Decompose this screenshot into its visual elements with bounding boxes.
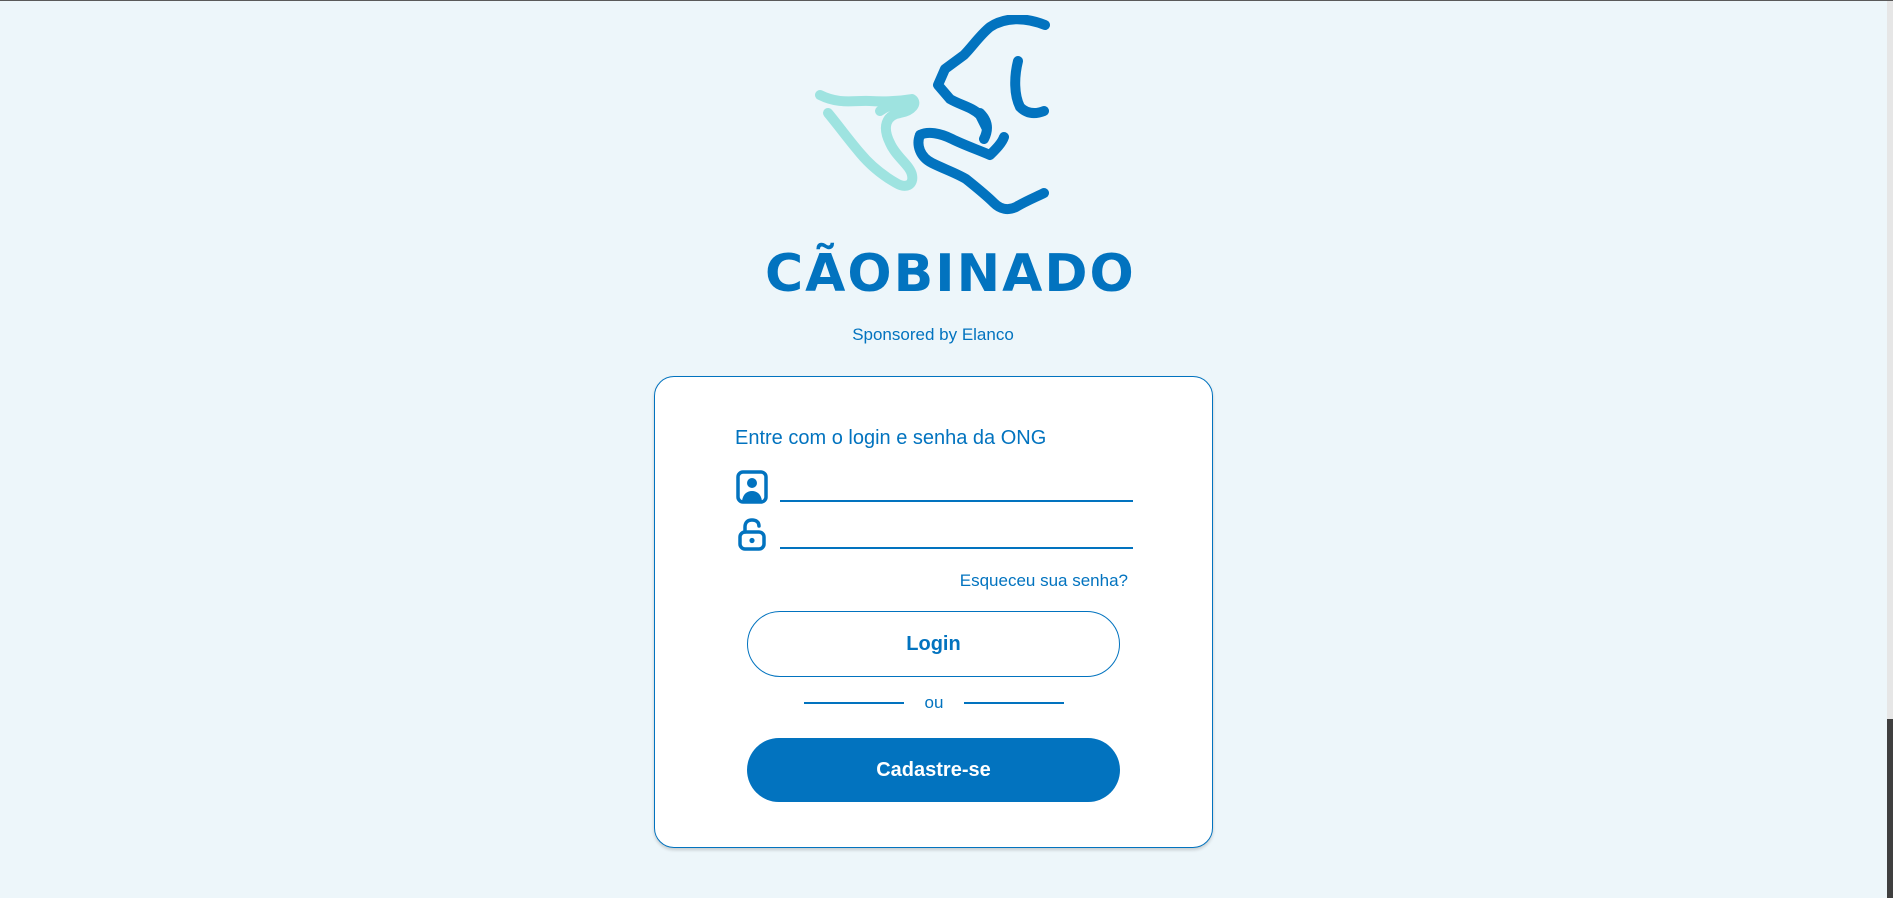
divider-text: ou [924,693,944,712]
password-input[interactable] [780,517,1133,549]
login-card-title: Entre com o login e senha da ONG [735,427,1047,449]
login-card: Entre com o login e senha da ONG Esquece… [654,376,1213,848]
divider-line-right [963,702,1064,704]
login-button[interactable]: Login [747,611,1120,677]
lock-icon [736,517,768,551]
register-button[interactable]: Cadastre-se [747,738,1120,802]
divider-line-left [804,702,904,704]
user-badge-icon [736,470,768,504]
scrollbar-thumb[interactable] [1887,719,1893,898]
brand-name: CÃOBINADO [765,244,1136,304]
sponsor-text: Sponsored by Elanco [852,325,1014,344]
or-divider: ou [804,691,1064,715]
forgot-password-link[interactable]: Esqueceu sua senha? [960,571,1128,591]
username-input[interactable] [780,470,1133,502]
vertical-scrollbar[interactable] [1887,1,1893,898]
brand-logo-graphic [800,14,1080,225]
